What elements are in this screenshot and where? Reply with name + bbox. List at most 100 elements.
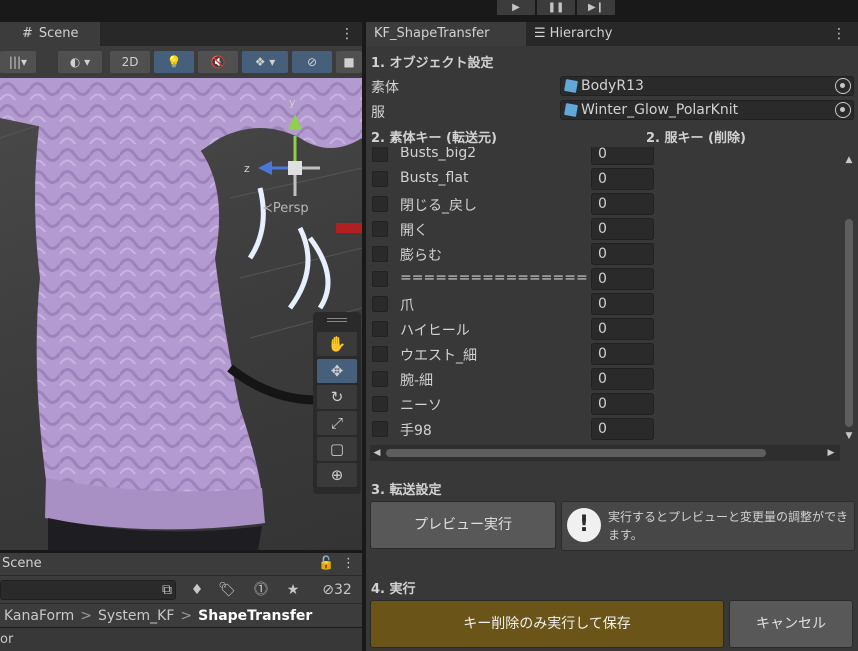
sweater-body — [35, 106, 262, 508]
key-checkbox[interactable] — [372, 271, 388, 287]
filter-type-icon[interactable]: ♦ — [186, 579, 208, 601]
section-transfer-settings: 3. 転送設定 — [371, 483, 442, 498]
lighting-toggle-icon[interactable]: 💡 — [154, 51, 194, 73]
move-tool-icon[interactable]: ✥ — [317, 359, 357, 383]
key-checkbox[interactable] — [372, 246, 388, 262]
visibility-count[interactable]: ⊘32 — [314, 579, 360, 601]
key-name: ニーソ — [400, 398, 442, 414]
search-type-icon[interactable]: ⧉ — [156, 579, 178, 601]
key-checkbox[interactable] — [372, 221, 388, 237]
key-name: 膨らむ — [400, 248, 442, 264]
key-value-field[interactable]: 0 — [591, 318, 654, 340]
scale-tool-icon[interactable]: ⤢ — [317, 411, 357, 435]
hidden-objects-toggle-icon[interactable]: ⊘ — [292, 51, 332, 73]
key-value-field[interactable]: 0 — [591, 193, 654, 215]
key-name: 閉じる_戻し — [400, 198, 477, 214]
gizmo-y-label: y — [289, 96, 296, 109]
section-execute: 4. 実行 — [371, 582, 416, 597]
effects-toggle-icon[interactable]: ❖ ▾ — [242, 51, 288, 73]
breadcrumb-item-current[interactable]: ShapeTransfer — [198, 608, 312, 624]
key-checkbox[interactable] — [372, 196, 388, 212]
key-name: 手98 — [400, 423, 432, 439]
vertical-scroll-thumb[interactable] — [845, 219, 853, 427]
key-value-field[interactable]: 0 — [591, 343, 654, 365]
key-name: Busts_flat — [400, 170, 469, 186]
key-checkbox[interactable] — [372, 147, 388, 162]
label-tag-icon[interactable]: 🏷 — [216, 579, 238, 601]
hand-tool-icon[interactable]: ✋ — [317, 332, 357, 356]
list-item: ウエスト_細 0 — [370, 342, 846, 367]
scroll-down-icon[interactable]: ▼ — [842, 431, 856, 441]
breadcrumb-item[interactable]: System_KF — [98, 608, 174, 624]
tab-hierarchy[interactable]: ☰ Hierarchy — [526, 22, 666, 46]
key-checkbox[interactable] — [372, 371, 388, 387]
key-value-field[interactable]: 0 — [591, 218, 654, 240]
object-picker-icon[interactable] — [835, 78, 851, 94]
key-name: 腕-細 — [400, 373, 434, 389]
key-value-field[interactable]: 0 — [591, 293, 654, 315]
kebab-menu-icon[interactable]: ⋮ — [340, 22, 354, 46]
scroll-left-icon[interactable]: ◀ — [370, 448, 384, 458]
key-checkbox[interactable] — [372, 346, 388, 362]
key-value-field[interactable]: 0 — [591, 268, 654, 290]
scroll-up-icon[interactable]: ▲ — [842, 155, 856, 165]
list-item: ハイヒール 0 — [370, 317, 846, 342]
kebab-menu-icon[interactable]: ⋮ — [342, 553, 355, 575]
rotate-tool-icon[interactable]: ↻ — [317, 385, 357, 409]
key-value-field[interactable]: 0 — [591, 393, 654, 415]
list-item: Busts_flat 0 — [370, 167, 846, 192]
clothes-label: 服 — [371, 105, 385, 121]
key-checkbox[interactable] — [372, 171, 388, 187]
hash-icon: # — [22, 26, 33, 41]
toggle-2d-button[interactable]: 2D — [110, 51, 150, 73]
audio-toggle-icon[interactable]: 🔇 — [198, 51, 238, 73]
transform-tool-icon[interactable]: ⊕ — [317, 463, 357, 487]
key-name: Busts_big2 — [400, 147, 477, 161]
clothes-object-field[interactable]: Winter_Glow_PolarKnit — [560, 100, 854, 120]
tab-lower-scene[interactable]: Scene 🔓 ⋮ — [0, 553, 362, 575]
play-icon[interactable]: ▶ — [497, 0, 535, 15]
cancel-button[interactable]: キャンセル — [729, 600, 853, 648]
body-object-value: BodyR13 — [581, 78, 644, 94]
key-checkbox[interactable] — [372, 421, 388, 437]
tab-scene[interactable]: # Scene — [0, 22, 100, 46]
key-checkbox[interactable] — [372, 321, 388, 337]
tab-kf-shapetransfer[interactable]: KF_ShapeTransfer — [366, 22, 526, 46]
step-icon[interactable]: ▶❙ — [577, 0, 615, 15]
search-input[interactable] — [0, 580, 176, 600]
body-object-field[interactable]: BodyR13 — [560, 76, 854, 96]
preview-button[interactable]: プレビュー実行 — [370, 501, 556, 549]
draw-mode-icon: ◐ — [69, 55, 81, 69]
object-picker-icon[interactable] — [835, 102, 851, 118]
draw-mode-button[interactable]: ◐ ▾ — [58, 51, 102, 73]
breadcrumb-item[interactable]: KanaForm — [4, 608, 74, 624]
rect-tool-icon[interactable]: ▢ — [317, 437, 357, 461]
scroll-right-icon[interactable]: ▶ — [824, 448, 838, 458]
camera-settings-icon[interactable]: ■ — [336, 51, 362, 73]
key-value-field[interactable]: 0 — [591, 147, 654, 165]
lower-tab-label: Scene — [2, 556, 42, 571]
scene-view-options-icon[interactable]: |||▾ — [0, 51, 36, 73]
horizontal-scroll-thumb[interactable] — [386, 449, 766, 457]
favorite-star-icon[interactable]: ★ — [282, 579, 304, 601]
pause-icon[interactable]: ❚❚ — [537, 0, 575, 15]
key-name: ウエスト_細 — [400, 348, 477, 364]
kebab-menu-icon[interactable]: ⋮ — [832, 22, 846, 46]
list-item: ================ 0 — [370, 267, 846, 292]
scene-viewport[interactable]: y z ≺Persp ✋ ✥ ↻ ⤢ ▢ ⊕ — [0, 78, 362, 550]
inspector-tab-row: KF_ShapeTransfer ☰ Hierarchy ⋮ — [366, 22, 858, 46]
key-checkbox[interactable] — [372, 296, 388, 312]
horizontal-scrollbar[interactable]: ◀ ▶ — [370, 445, 840, 461]
key-value-field[interactable]: 0 — [591, 243, 654, 265]
key-name: ================ — [400, 270, 588, 286]
key-checkbox[interactable] — [372, 396, 388, 412]
execute-delete-save-button[interactable]: キー削除のみ実行して保存 — [370, 600, 724, 648]
key-value-field[interactable]: 0 — [591, 368, 654, 390]
vertical-scrollbar[interactable]: ▲ ▼ — [842, 147, 856, 445]
key-value-field[interactable]: 0 — [591, 168, 654, 190]
drag-handle[interactable] — [327, 318, 347, 322]
warning-icon[interactable]: ⓵ — [250, 579, 272, 601]
tab-scene-label: Scene — [38, 26, 79, 41]
key-value-field[interactable]: 0 — [591, 418, 654, 440]
lock-icon[interactable]: 🔓 — [318, 553, 334, 575]
